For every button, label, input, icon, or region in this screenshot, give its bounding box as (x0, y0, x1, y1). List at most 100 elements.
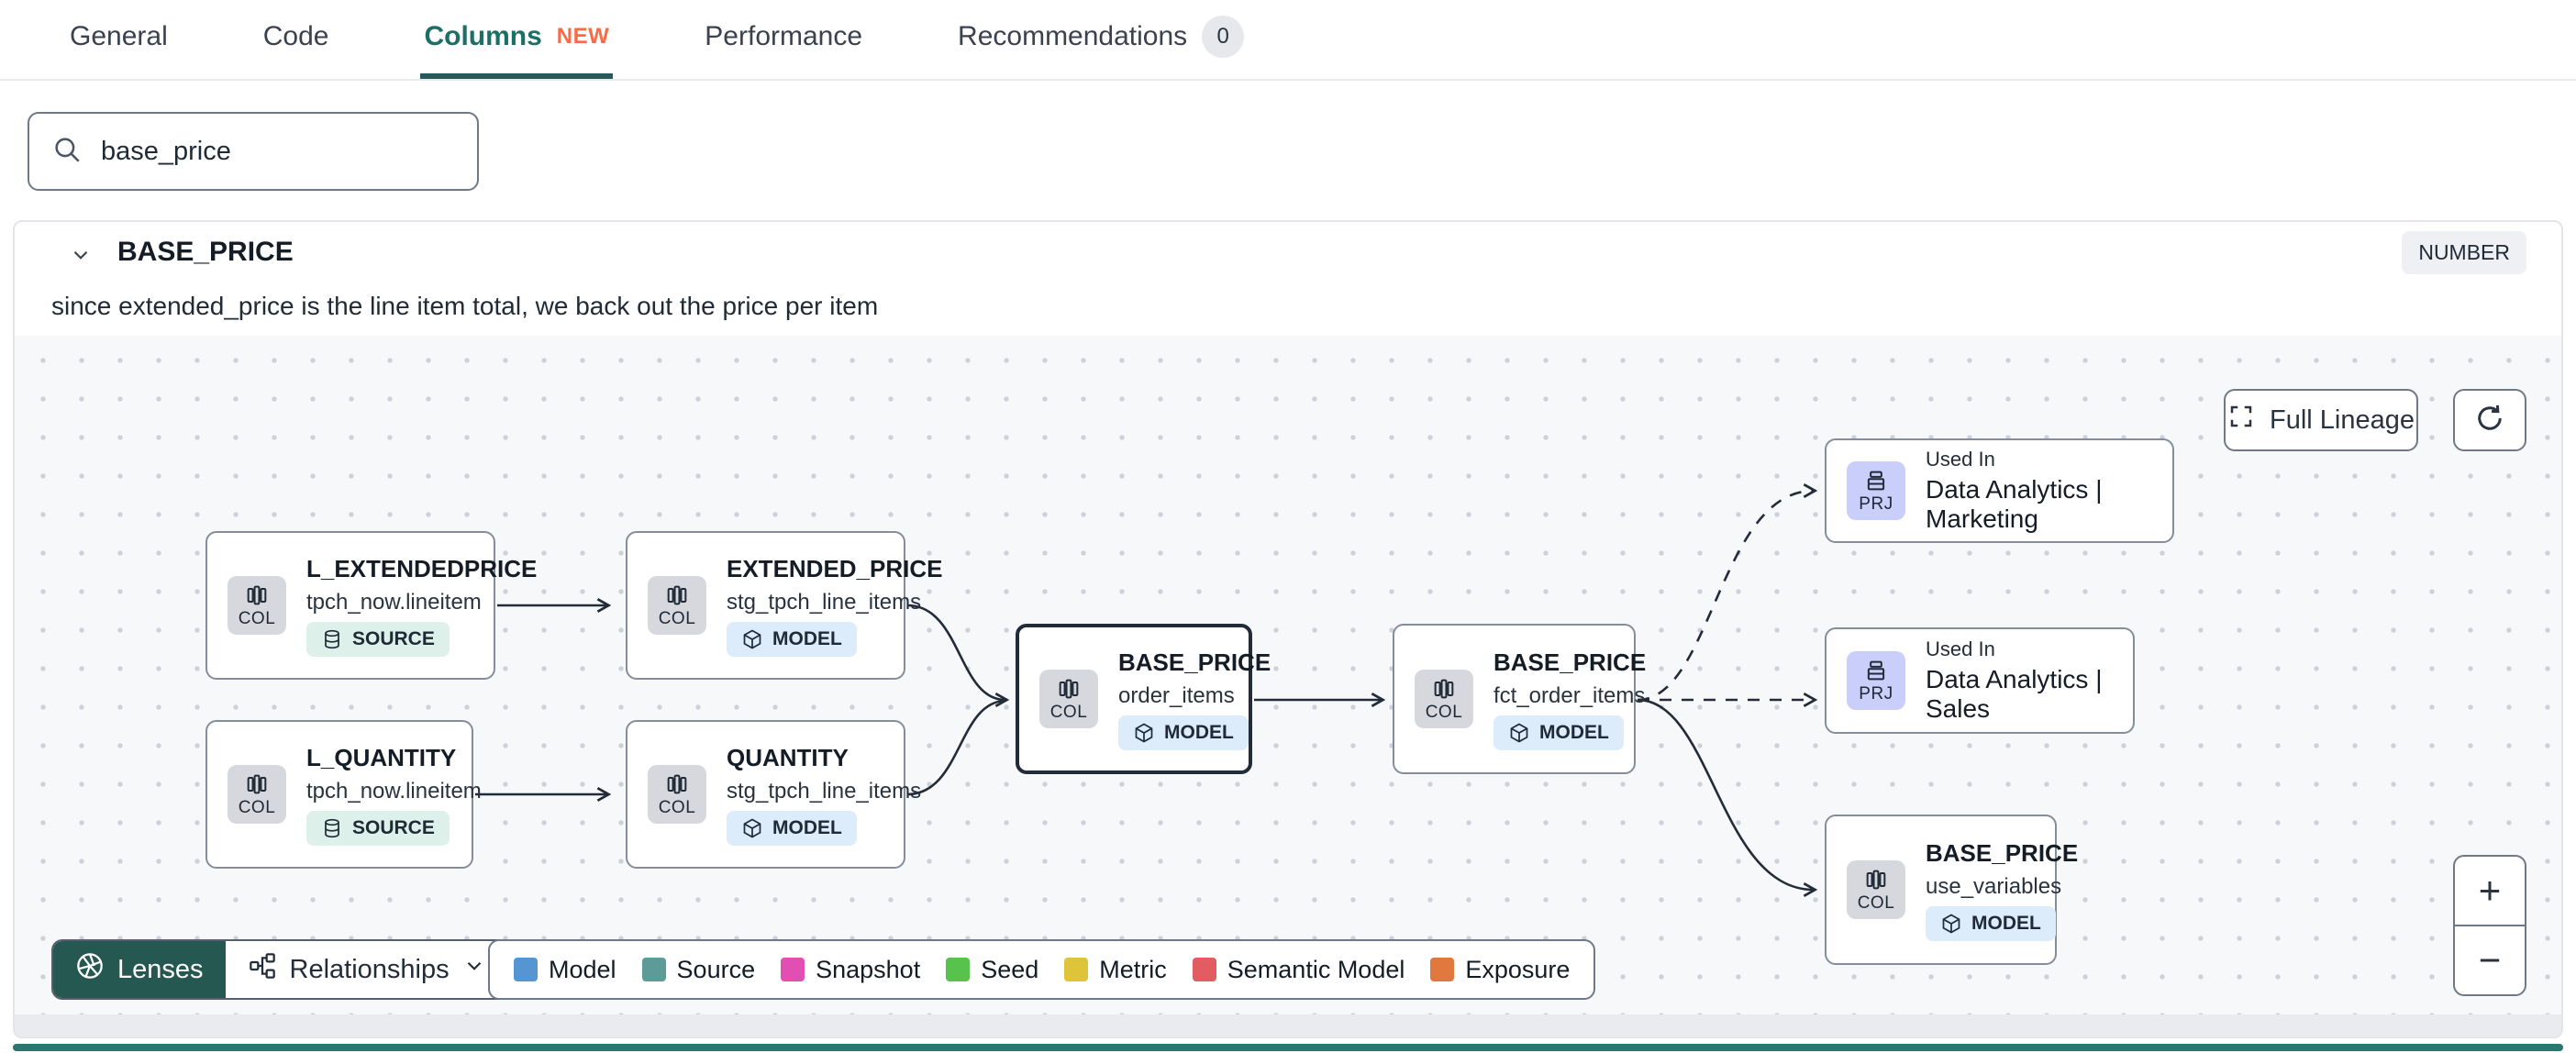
column-search (28, 112, 479, 191)
used-in-label: Used In (1926, 448, 1995, 471)
expand-icon (2227, 403, 2255, 438)
column-data-type-badge: NUMBER (2402, 231, 2526, 274)
node-base-price-fct-order-items[interactable]: COL BASE_PRICE fct_order_items MODEL (1393, 624, 1646, 774)
node-used-in-marketing[interactable]: PRJ Used In Data Analytics | Marketing (1825, 438, 2174, 543)
node-title: L_QUANTITY (306, 743, 457, 771)
column-asset-badge: COL (1415, 670, 1473, 728)
project-asset-badge: PRJ (1847, 651, 1905, 710)
column-description: since extended_price is the line item to… (51, 292, 879, 320)
legend-swatch (946, 958, 971, 981)
canvas-bottom-strip (15, 1014, 2561, 1036)
columns-icon (247, 774, 267, 793)
node-title: Data Analytics | Marketing (1926, 475, 2103, 533)
node-l-extendedprice[interactable]: COL L_EXTENDEDPRICE tpch_now.lineitem SO… (205, 531, 537, 680)
column-asset-badge: COL (228, 576, 286, 635)
tab-bar: General Code Columns NEW Performance Rec… (0, 0, 2576, 81)
legend-swatch (514, 958, 538, 981)
column-asset-badge: COL (648, 765, 706, 824)
project-icon (1867, 471, 1885, 490)
full-lineage-button[interactable]: Full Lineage (2224, 389, 2418, 451)
tab-columns[interactable]: Columns NEW (420, 0, 614, 79)
columns-icon (667, 585, 687, 604)
column-name: BASE_PRICE (117, 237, 294, 267)
chevron-down-icon (69, 243, 93, 272)
lineage-canvas[interactable] (15, 336, 2561, 1024)
node-subtitle: fct_order_items (1493, 682, 1646, 708)
source-kind-badge: SOURCE (306, 621, 450, 657)
columns-icon (247, 585, 267, 604)
node-base-price-order-items[interactable]: COL BASE_PRICE order_items MODEL (1016, 624, 1271, 774)
lenses-button[interactable]: Lenses (53, 941, 226, 998)
tab-performance-label: Performance (705, 21, 863, 51)
tab-recommendations-label: Recommendations (958, 21, 1188, 51)
used-in-label: Used In (1926, 637, 1995, 660)
tab-general-label: General (70, 21, 168, 51)
model-kind-badge: MODEL (727, 621, 857, 657)
tab-code[interactable]: Code (260, 0, 333, 79)
project-asset-badge: PRJ (1847, 461, 1905, 520)
node-subtitle: tpch_now.lineitem (306, 589, 482, 615)
column-lineage-page: General Code Columns NEW Performance Rec… (0, 0, 2576, 1053)
model-kind-badge: MODEL (727, 810, 857, 846)
node-l-quantity[interactable]: COL L_QUANTITY tpch_now.lineitem SOURCE (205, 720, 482, 869)
source-kind-badge: SOURCE (306, 810, 450, 846)
node-subtitle: stg_tpch_line_items (727, 589, 922, 615)
node-quantity[interactable]: COL QUANTITY stg_tpch_line_items MODEL (626, 720, 921, 869)
refresh-button[interactable] (2453, 389, 2526, 451)
tab-general[interactable]: General (66, 0, 172, 79)
legend-item-source: Source (641, 956, 755, 984)
columns-icon (1866, 870, 1886, 889)
relationships-dropdown[interactable]: Relationships (226, 941, 508, 998)
legend-item-snapshot: Snapshot (781, 956, 920, 984)
tab-recommendations[interactable]: Recommendations 0 (954, 0, 1248, 79)
legend-item-seed: Seed (946, 956, 1038, 984)
legend-swatch (1064, 958, 1089, 981)
collapse-toggle[interactable] (61, 237, 101, 277)
node-subtitle: stg_tpch_line_items (727, 778, 922, 804)
node-base-price-use-variables[interactable]: COL BASE_PRICE use_variables MODEL (1825, 815, 2078, 965)
zoom-out-button[interactable]: − (2455, 926, 2525, 994)
column-asset-badge: COL (648, 576, 706, 635)
new-badge: NEW (556, 24, 610, 49)
node-title: BASE_PRICE (1926, 838, 2079, 867)
column-asset-badge: COL (1039, 670, 1098, 728)
columns-icon (1059, 679, 1079, 698)
node-title: QUANTITY (727, 743, 849, 771)
legend-swatch (1192, 958, 1216, 981)
node-subtitle: tpch_now.lineitem (306, 778, 482, 804)
cube-icon (743, 629, 761, 648)
legend-item-metric: Metric (1064, 956, 1167, 984)
recommendations-count-badge: 0 (1202, 16, 1245, 58)
node-subtitle: order_items (1118, 682, 1235, 708)
model-kind-badge: MODEL (1493, 715, 1624, 750)
tab-code-label: Code (262, 21, 329, 51)
columns-icon (1434, 679, 1454, 698)
node-type-legend: Model Source Snapshot Seed Metric Semant… (488, 939, 1596, 1000)
database-icon (325, 629, 339, 648)
node-title: BASE_PRICE (1118, 648, 1271, 676)
zoom-in-button[interactable]: + (2455, 857, 2525, 926)
column-header-row: BASE_PRICE NUMBER (13, 229, 2563, 283)
node-title: L_EXTENDEDPRICE (306, 554, 538, 582)
project-icon (1867, 660, 1885, 680)
refresh-icon (2473, 402, 2506, 439)
search-input[interactable] (101, 136, 455, 167)
legend-item-exposure: Exposure (1430, 956, 1570, 984)
node-used-in-sales[interactable]: PRJ Used In Data Analytics | Sales (1825, 627, 2135, 734)
tab-performance[interactable]: Performance (701, 0, 866, 79)
cube-icon (1942, 914, 1960, 933)
model-kind-badge: MODEL (1118, 715, 1249, 750)
columns-icon (667, 774, 687, 793)
cube-icon (1135, 723, 1153, 742)
column-asset-badge: COL (228, 765, 286, 824)
node-extended-price[interactable]: COL EXTENDED_PRICE stg_tpch_line_items M… (626, 531, 943, 680)
horizontal-scrollbar[interactable] (13, 1044, 2563, 1051)
legend-swatch (641, 958, 666, 981)
hierarchy-icon (248, 951, 277, 988)
cube-icon (743, 818, 761, 837)
cube-icon (1510, 723, 1528, 742)
tab-columns-label: Columns (424, 21, 542, 51)
search-icon (51, 134, 83, 170)
chevron-down-icon (462, 954, 486, 985)
column-asset-badge: COL (1847, 860, 1905, 919)
